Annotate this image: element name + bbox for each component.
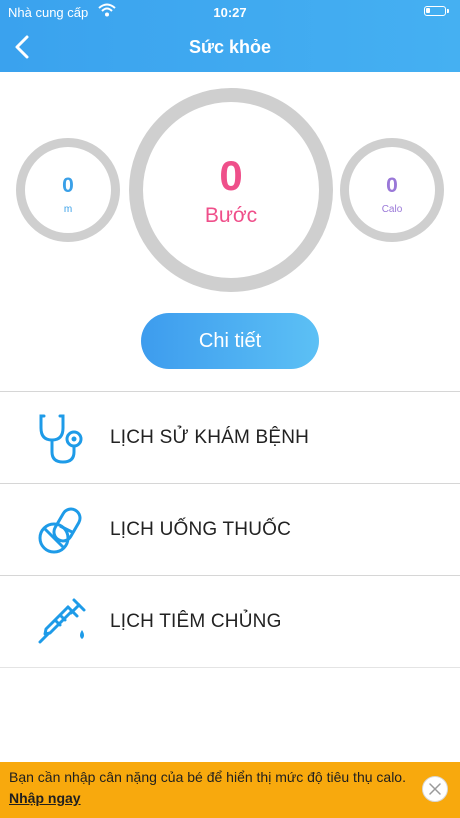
enter-now-link[interactable]: Nhập ngay <box>9 790 81 806</box>
menu-item-vaccination-schedule[interactable]: LỊCH TIÊM CHỦNG <box>0 575 460 668</box>
page-title: Sức khỏe <box>188 37 272 57</box>
distance-unit: m <box>63 204 73 215</box>
steps-ring: 0 Bước <box>129 88 333 292</box>
distance-ring: 0 m <box>16 138 120 242</box>
battery-icon <box>424 6 449 16</box>
pill-icon <box>38 507 82 554</box>
banner-text: Bạn cần nhập cân nặng của bé để hiển thị… <box>9 767 419 809</box>
detail-button[interactable]: Chi tiết <box>141 313 319 369</box>
status-time: 10:27 <box>213 5 247 20</box>
stethoscope-icon <box>39 414 83 464</box>
menu-item-medical-history[interactable]: LỊCH SỬ KHÁM BỆNH <box>0 391 460 483</box>
menu-item-label: LỊCH UỐNG THUỐC <box>110 519 292 540</box>
menu-item-label: LỊCH TIÊM CHỦNG <box>110 611 282 632</box>
header-bar: Nhà cung cấp 10:27 Sức khỏe <box>0 0 460 72</box>
calorie-notice-banner: Bạn cần nhập cân nặng của bé để hiển thị… <box>0 762 460 818</box>
calories-ring: 0 Calo <box>340 138 444 242</box>
syringe-icon <box>38 598 86 644</box>
close-icon <box>429 783 441 795</box>
banner-message: Bạn cần nhập cân nặng của bé để hiển thị… <box>9 769 406 785</box>
menu-item-medicine-schedule[interactable]: LỊCH UỐNG THUỐC <box>0 483 460 575</box>
calories-value: 0 <box>386 174 398 197</box>
banner-close-button[interactable] <box>422 776 448 802</box>
menu-item-label: LỊCH SỬ KHÁM BỆNH <box>110 427 310 448</box>
steps-unit: Bước <box>204 204 258 227</box>
status-bar: Nhà cung cấp 10:27 <box>0 0 460 24</box>
distance-value: 0 <box>62 174 74 197</box>
steps-value: 0 <box>219 152 243 199</box>
calories-unit: Calo <box>381 204 403 215</box>
